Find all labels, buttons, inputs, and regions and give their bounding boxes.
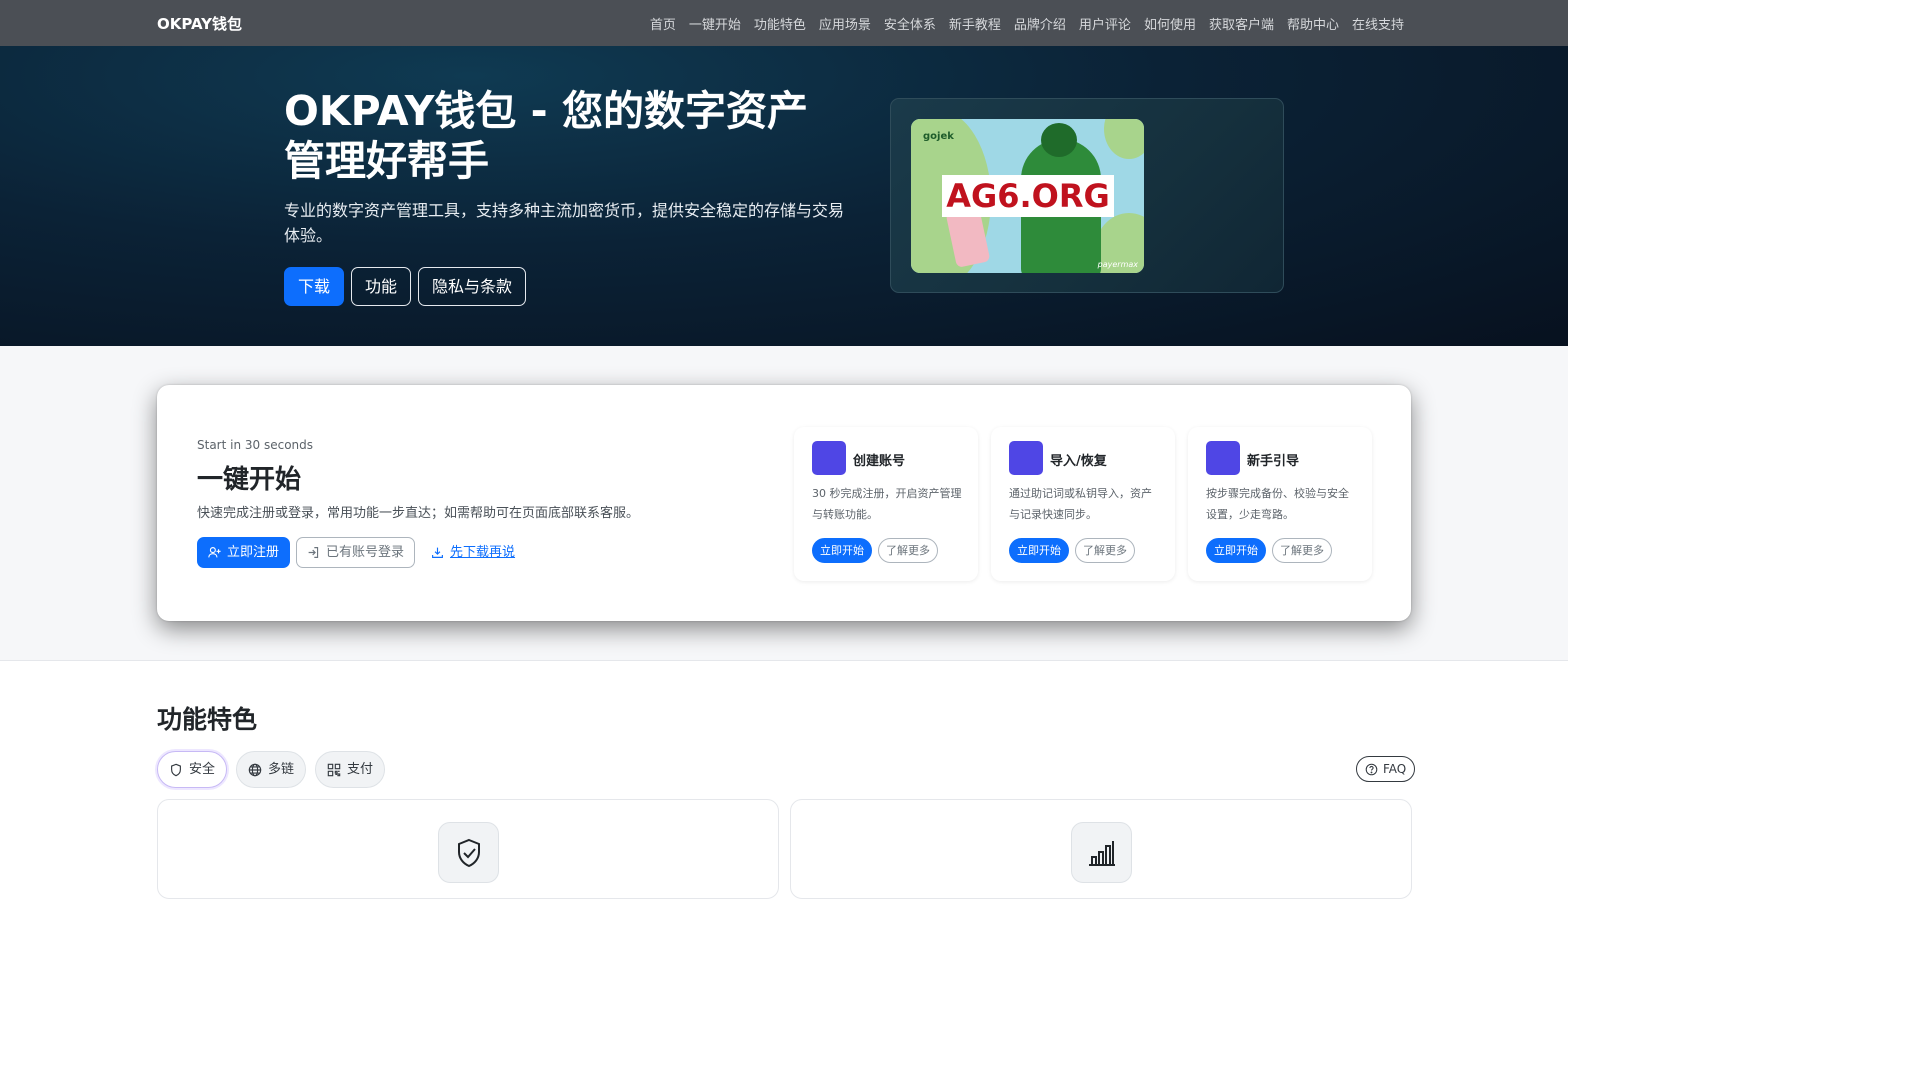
nav-link-features[interactable]: 功能特色 [754,14,806,33]
promo-image: gojek AG6.ORG payermax [911,119,1144,273]
hero-title: OKPAY钱包 - 您的数字资产管理好帮手 [284,87,808,185]
beginner-guide-start-button[interactable]: 立即开始 [1206,538,1266,563]
feature-security-icon-box [438,822,499,883]
nav-link-help[interactable]: 帮助中心 [1287,14,1339,33]
register-button[interactable]: 立即注册 [197,537,291,568]
bar-chart-icon [1088,840,1115,866]
nav-link-tutorial[interactable]: 新手教程 [949,14,1001,33]
tab-multichain-label: 多链 [268,762,295,777]
login-label: 已有账号登录 [326,545,405,560]
nav-link-quick-start[interactable]: 一键开始 [689,14,741,33]
gojek-logo: gojek [923,131,954,142]
features-title: 功能特色 [157,705,258,734]
shield-check-icon [457,838,480,867]
payermax-logo: payermax [1097,260,1138,269]
faq-label: FAQ [1383,762,1407,776]
nav-links: 首页 一键开始 功能特色 应用场景 安全体系 新手教程 品牌介绍 用户评论 如何… [650,14,1404,33]
tab-payment-label: 支付 [347,762,374,777]
download-first-label: 先下载再说 [450,545,516,560]
privacy-terms-button[interactable]: 隐私与条款 [418,267,527,306]
features-button[interactable]: 功能 [351,267,412,306]
feature-card-chart [790,799,1412,899]
feature-card-security [157,799,779,899]
import-restore-description: 通过助记词或私钥导入，资产与记录快速同步。 [1009,487,1152,521]
qr-code-icon [327,763,341,776]
nav-link-support[interactable]: 在线支持 [1352,14,1404,33]
create-account-start-button[interactable]: 立即开始 [812,538,872,563]
quick-start-card: Start in 30 seconds 一键开始 快速完成注册或登录，常用功能一… [157,385,1411,621]
import-restore-start-button[interactable]: 立即开始 [1009,538,1069,563]
tab-security[interactable]: 安全 [157,751,228,788]
tab-security-label: 安全 [189,762,216,777]
create-account-card: 创建账号 30 秒完成注册，开启资产管理与转账功能。 立即开始 了解更多 [794,427,978,581]
faq-button[interactable]: FAQ [1356,756,1416,782]
download-button[interactable]: 下载 [284,267,345,306]
user-plus-icon [208,547,221,558]
nav-link-brand[interactable]: 品牌介绍 [1014,14,1066,33]
quick-start-section: Start in 30 seconds 一键开始 快速完成注册或登录，常用功能一… [0,346,1568,661]
quick-start-title: 一键开始 [197,465,302,495]
import-restore-more-button[interactable]: 了解更多 [1075,538,1135,563]
nav-link-home[interactable]: 首页 [650,14,676,33]
beginner-guide-title: 新手引导 [1247,454,1300,469]
download-icon [432,547,443,558]
nav-link-how-to[interactable]: 如何使用 [1144,14,1196,33]
section-divider [0,660,1568,661]
quick-start-buttons: 立即注册 已有账号登录 先下载再说 [197,537,525,568]
watermark-label: AG6.ORG [942,175,1114,217]
create-account-title: 创建账号 [853,454,906,469]
register-label: 立即注册 [227,545,280,560]
quick-start-subtitle: Start in 30 seconds [197,438,314,452]
tab-payment[interactable]: 支付 [315,751,386,788]
import-restore-title: 导入/恢复 [1050,454,1107,469]
shield-icon [171,763,181,776]
nav-link-use-cases[interactable]: 应用场景 [819,14,871,33]
beginner-guide-icon [1206,441,1240,475]
hero-description: 专业的数字资产管理工具，支持多种主流加密货币，提供安全稳定的存储与交易体验。 [284,201,845,245]
beginner-guide-card: 新手引导 按步骤完成备份、校验与安全设置，少走弯路。 立即开始 了解更多 [1188,427,1372,581]
download-first-link[interactable]: 先下载再说 [421,537,525,568]
beginner-guide-description: 按步骤完成备份、校验与安全设置，少走弯路。 [1206,487,1349,521]
beginner-guide-more-button[interactable]: 了解更多 [1272,538,1332,563]
brand-logo[interactable]: OKPAY钱包 [157,13,242,34]
nav-link-security[interactable]: 安全体系 [884,14,936,33]
login-button[interactable]: 已有账号登录 [296,537,416,568]
globe-icon [248,763,262,776]
nav-link-reviews[interactable]: 用户评论 [1079,14,1131,33]
login-icon [308,547,319,558]
hero-section: OKPAY钱包 - 您的数字资产管理好帮手 专业的数字资产管理工具，支持多种主流… [0,46,1568,346]
hero-image-card: gojek AG6.ORG payermax [890,98,1284,293]
import-restore-icon [1009,441,1043,475]
top-navbar: OKPAY钱包 首页 一键开始 功能特色 应用场景 安全体系 新手教程 品牌介绍… [0,0,1568,46]
create-account-icon [812,441,846,475]
create-account-description: 30 秒完成注册，开启资产管理与转账功能。 [812,487,962,521]
feature-chart-icon-box [1071,822,1132,883]
nav-link-get-client[interactable]: 获取客户端 [1209,14,1274,33]
hero-buttons: 下载 功能 隐私与条款 [284,267,527,306]
question-circle-icon [1365,763,1378,775]
quick-start-description: 快速完成注册或登录，常用功能一步直达；如需帮助可在页面底部联系客服。 [197,506,640,521]
import-restore-card: 导入/恢复 通过助记词或私钥导入，资产与记录快速同步。 立即开始 了解更多 [991,427,1175,581]
tab-multichain[interactable]: 多链 [236,751,307,788]
features-tabs: 安全 多链 支付 [157,751,386,788]
create-account-more-button[interactable]: 了解更多 [878,538,938,563]
